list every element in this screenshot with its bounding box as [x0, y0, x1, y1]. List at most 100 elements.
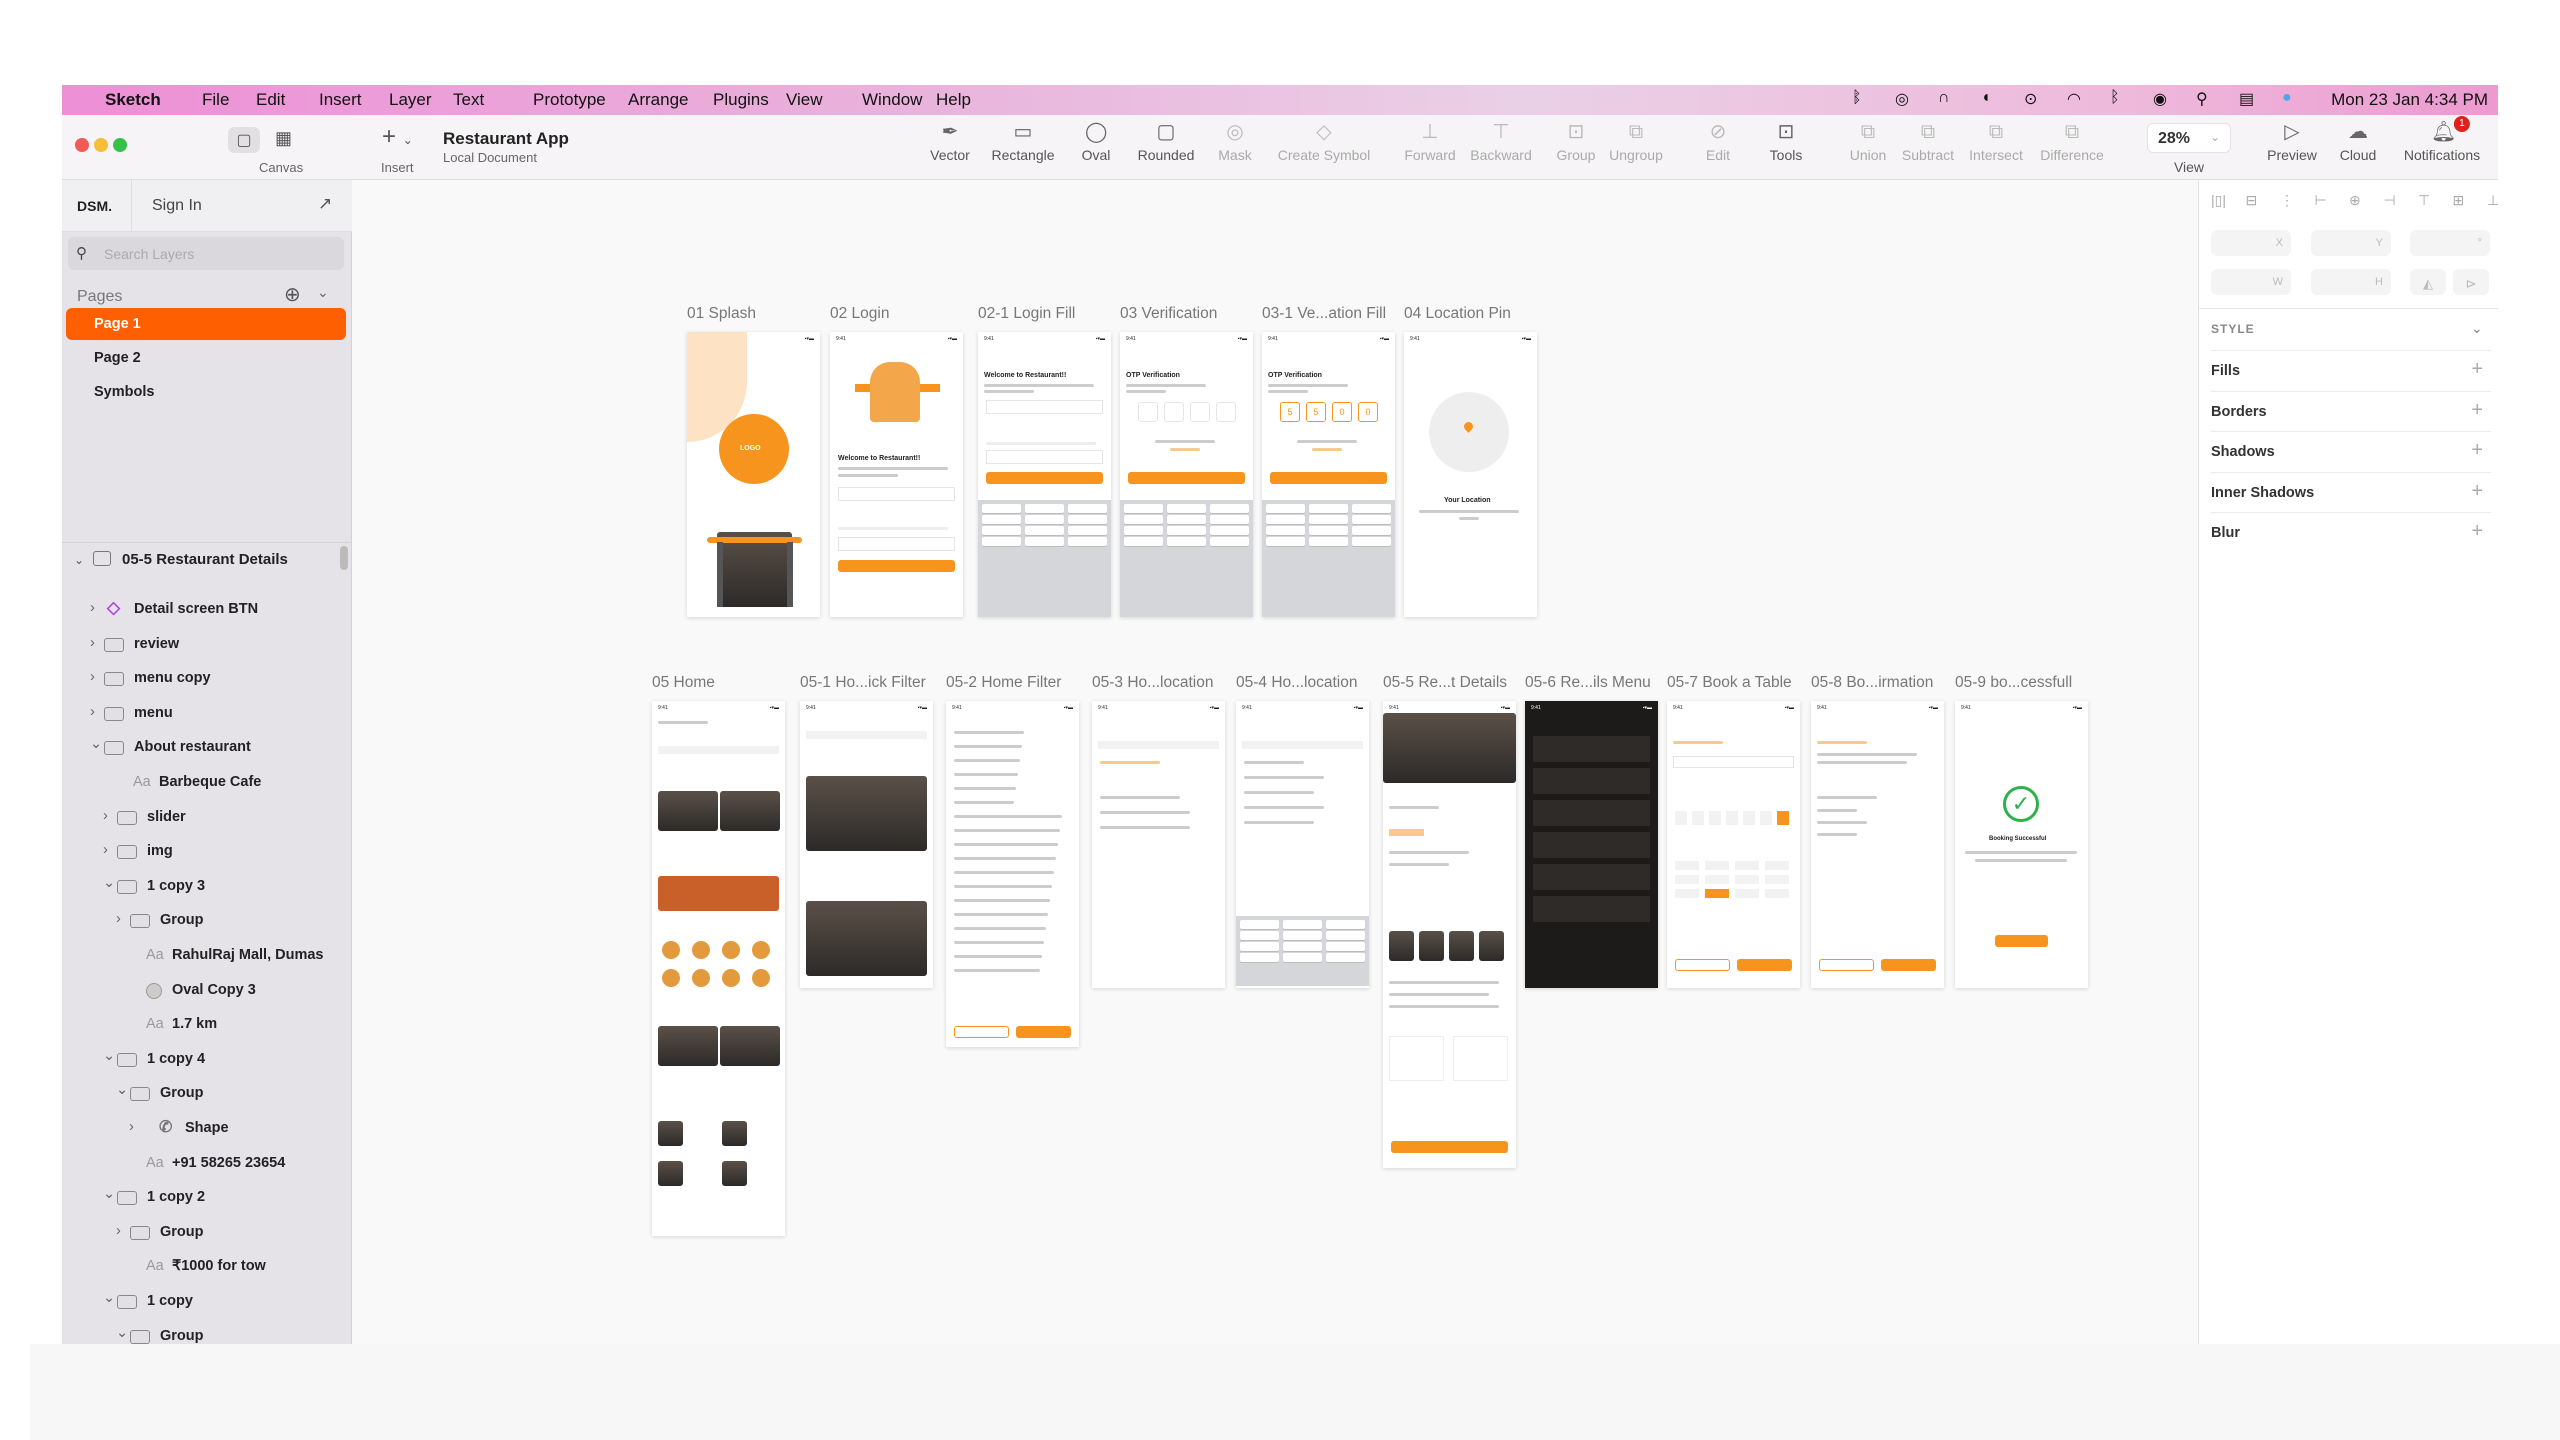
menu-edit[interactable]: Edit	[256, 90, 285, 110]
insert-label[interactable]: Insert	[381, 160, 414, 175]
add-fills-icon[interactable]: +	[2471, 358, 2483, 381]
chevron-right-icon[interactable]: ›	[103, 808, 108, 824]
distribute-h-icon[interactable]: |▯|	[2211, 192, 2226, 209]
artboard[interactable]: 9:41 ▪▾▬ OTP Verification	[1120, 332, 1253, 617]
dsm-logo[interactable]: DSM.	[77, 198, 112, 214]
artboard[interactable]: 9:41 ▪▾▬ Your Location	[1404, 332, 1537, 617]
align-left-icon[interactable]: ⊢	[2315, 192, 2327, 209]
add-inner-shadows-icon[interactable]: +	[2471, 480, 2483, 503]
layer-row[interactable]: ⌄ Group	[62, 1319, 342, 1344]
page-item[interactable]: Page 2	[66, 342, 346, 374]
control-center-icon[interactable]: ▤	[2239, 89, 2254, 109]
artboard-label[interactable]: 05-9 bo...cessfull	[1955, 674, 2072, 692]
rectangle-button[interactable]: ▭ Rectangle	[991, 121, 1054, 163]
borders-section[interactable]: Borders +	[2211, 390, 2491, 431]
bluetooth-icon[interactable]: ᛒ	[2110, 89, 2120, 107]
layers-scrollbar[interactable]	[340, 546, 348, 570]
rotation-field[interactable]: °	[2410, 230, 2490, 256]
layer-row[interactable]: › ◇ Detail screen BTN	[62, 592, 342, 626]
menu-help[interactable]: Help	[936, 90, 971, 110]
tools-button[interactable]: ⊡ Tools	[1770, 121, 1803, 163]
artboard-label[interactable]: 03-1 Ve...ation Fill	[1262, 305, 1386, 323]
creative-cloud-icon[interactable]: ◎	[1895, 89, 1909, 109]
artboard[interactable]: 9:41 ▪▾▬ Welcome to Restaurant!!	[978, 332, 1111, 617]
chevron-right-icon[interactable]: ›	[103, 842, 108, 858]
canvas[interactable]: 01 Splash 9:41▪▾▬LOGO 02 Login 9:41▪▾▬Wel…	[352, 180, 2198, 1344]
chevron-down-icon[interactable]: ⌄	[116, 1082, 128, 1098]
intersect-button[interactable]: ⧉ Intersect	[1969, 121, 2023, 163]
layer-row[interactable]: Oval Copy 3	[62, 973, 342, 1007]
chevron-down-icon[interactable]: ⌄	[103, 875, 115, 891]
style-chevron-icon[interactable]: ⌄	[2471, 320, 2483, 337]
zoom-window-button[interactable]	[113, 138, 127, 152]
collapse-pages-icon[interactable]: ⌄	[317, 284, 329, 301]
artboard[interactable]: 9:41 ▪▾▬	[1811, 701, 1944, 988]
layer-row[interactable]: ⌄ 1 copy 4	[62, 1042, 342, 1076]
preview-button[interactable]: ▷ Preview	[2267, 121, 2317, 163]
chevron-down-icon[interactable]: ⌄	[90, 736, 102, 752]
menu-layer[interactable]: Layer	[389, 90, 432, 110]
chevron-right-icon[interactable]: ›	[116, 911, 121, 927]
mask-button[interactable]: ◎ Mask	[1218, 121, 1251, 163]
artboard[interactable]: 9:41 ▪▾▬	[800, 701, 933, 988]
align-bottom-icon[interactable]: ⊥	[2487, 192, 2498, 209]
page-item[interactable]: Page 1	[66, 308, 346, 340]
artboard-label[interactable]: 04 Location Pin	[1404, 305, 1511, 323]
layer-row[interactable]: ⌄ 1 copy	[62, 1284, 342, 1318]
layer-row[interactable]: › Group	[62, 1215, 342, 1249]
layer-row[interactable]: ⌄ Group	[62, 1076, 342, 1110]
add-borders-icon[interactable]: +	[2471, 399, 2483, 422]
search-layers-input[interactable]: ⚲ Search Layers	[68, 237, 344, 270]
artboard[interactable]: 9:41 ▪▾▬ ✓ Booking Successful	[1955, 701, 2088, 988]
artboard[interactable]: 9:41▪▾▬LOGO	[687, 332, 820, 617]
artboard-label[interactable]: 05-3 Ho...location	[1092, 674, 1214, 692]
chevron-right-icon[interactable]: ›	[90, 669, 95, 685]
layer-row[interactable]: › slider	[62, 800, 342, 834]
y-field[interactable]: Y	[2311, 230, 2391, 256]
chevron-down-icon[interactable]: ⌄	[103, 1186, 115, 1202]
layer-row[interactable]: Aa ₹1000 for tow	[62, 1249, 342, 1283]
layer-row[interactable]: Aa 1.7 km	[62, 1007, 342, 1041]
sign-in-link[interactable]: Sign In	[152, 197, 202, 215]
ungroup-button[interactable]: ⧉ Ungroup	[1609, 121, 1663, 163]
notifications-button[interactable]: 🔔︎ Notifications 1	[2404, 116, 2480, 163]
fills-section[interactable]: Fills +	[2211, 350, 2491, 390]
shadows-section[interactable]: Shadows +	[2211, 431, 2491, 471]
chevron-down-icon[interactable]: ⌄	[103, 1048, 115, 1064]
artboard-label[interactable]: 05-8 Bo...irmation	[1811, 674, 1933, 692]
layer-row[interactable]: › img	[62, 834, 342, 868]
layer-row[interactable]: › ✆ Shape	[62, 1111, 342, 1145]
menu-file[interactable]: File	[202, 90, 229, 110]
zoom-select[interactable]: 28% ⌄	[2147, 123, 2231, 153]
artboard-label[interactable]: 05-7 Book a Table	[1667, 674, 1792, 692]
external-link-icon[interactable]: ↗	[318, 194, 332, 214]
artboard-label[interactable]: 05-1 Ho...ick Filter	[800, 674, 926, 692]
backward-button[interactable]: ⊤ Backward	[1470, 121, 1531, 163]
artboard[interactable]: 9:41 ▪▾▬ OTP Verification 5 5 0 0	[1262, 332, 1395, 617]
chevron-right-icon[interactable]: ›	[116, 1223, 121, 1239]
artboard-label[interactable]: 01 Splash	[687, 305, 756, 323]
menu-plugins[interactable]: Plugins	[713, 90, 769, 110]
figma-icon[interactable]: ᛔ	[1852, 89, 1862, 107]
align-middle-icon[interactable]: ⊞	[2453, 192, 2465, 209]
artboard[interactable]: 9:41 ▪▾▬	[1525, 701, 1658, 988]
chevron-right-icon[interactable]: ›	[90, 635, 95, 651]
minimize-window-button[interactable]	[94, 138, 108, 152]
artboard-label[interactable]: 02 Login	[830, 305, 889, 323]
menu-view[interactable]: View	[786, 90, 823, 110]
subtract-button[interactable]: ⧉ Subtract	[1902, 121, 1954, 163]
artboard-label[interactable]: 05 Home	[652, 674, 715, 692]
inner-shadows-section[interactable]: Inner Shadows +	[2211, 471, 2491, 512]
edit-button[interactable]: ⊘ Edit	[1706, 121, 1730, 163]
artboard-label[interactable]: 05-2 Home Filter	[946, 674, 1061, 692]
artboard[interactable]: 9:41 ▪▾▬ Welcome to Restaurant!!	[830, 332, 963, 617]
layer-row[interactable]: Aa Barbeque Cafe	[62, 765, 342, 799]
create-symbol-button[interactable]: ◇ Create Symbol	[1278, 121, 1371, 163]
c-app-icon[interactable]: ◖	[1981, 89, 1991, 107]
group-button[interactable]: ⊡ Group	[1557, 121, 1596, 163]
oval-button[interactable]: ◯ Oval	[1082, 121, 1111, 163]
layer-row[interactable]: ⌄ 1 copy 2	[62, 1180, 342, 1214]
artboard[interactable]: 9:41 ▪▾▬	[652, 701, 785, 1236]
artboard-label[interactable]: 02-1 Login Fill	[978, 305, 1075, 323]
artboard-label[interactable]: 05-6 Re...ils Menu	[1525, 674, 1651, 692]
